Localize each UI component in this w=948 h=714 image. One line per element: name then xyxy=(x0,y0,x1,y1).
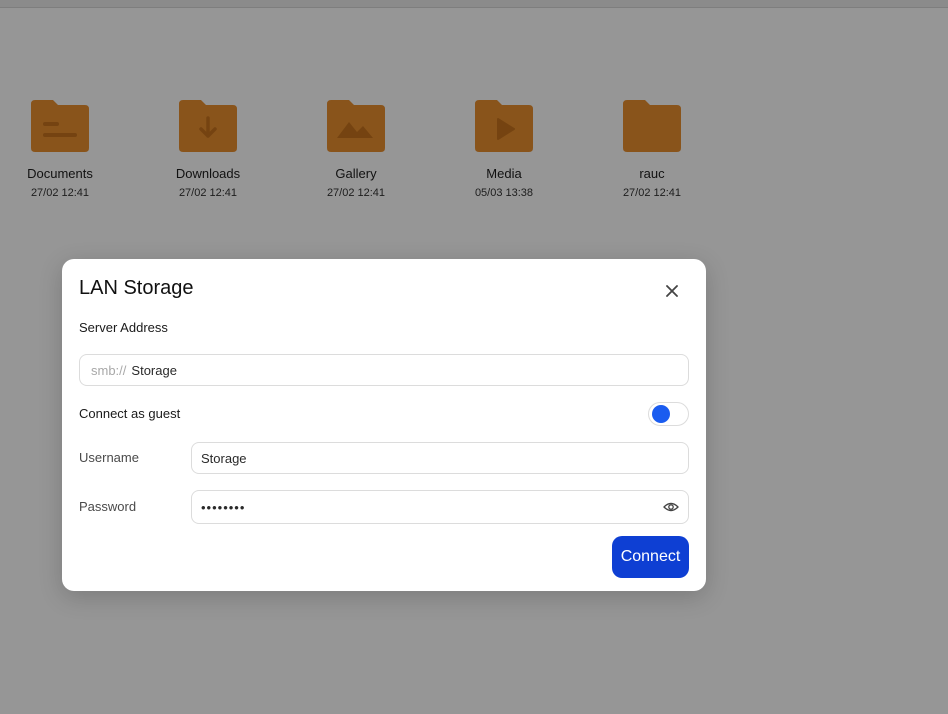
server-protocol-prefix: smb:// xyxy=(91,362,127,378)
username-input[interactable]: Storage xyxy=(191,442,689,474)
password-label: Password xyxy=(79,499,137,514)
username-label: Username xyxy=(79,450,139,465)
eye-icon[interactable] xyxy=(663,499,679,515)
toggle-knob xyxy=(652,405,670,423)
server-address-label: Server Address xyxy=(79,320,168,335)
guest-label: Connect as guest xyxy=(79,406,181,421)
lan-storage-dialog: LAN Storage Server Address smb:// Storag… xyxy=(62,259,706,591)
password-input[interactable]: •••••••• xyxy=(191,490,689,524)
close-button[interactable] xyxy=(660,279,684,303)
server-address-value: Storage xyxy=(131,362,177,378)
server-address-input[interactable]: smb:// Storage xyxy=(79,354,689,386)
close-icon xyxy=(666,285,678,297)
connect-button[interactable]: Connect xyxy=(612,536,689,578)
dialog-title: LAN Storage xyxy=(79,277,194,299)
guest-toggle[interactable] xyxy=(648,402,689,426)
password-value: •••••••• xyxy=(201,499,246,515)
